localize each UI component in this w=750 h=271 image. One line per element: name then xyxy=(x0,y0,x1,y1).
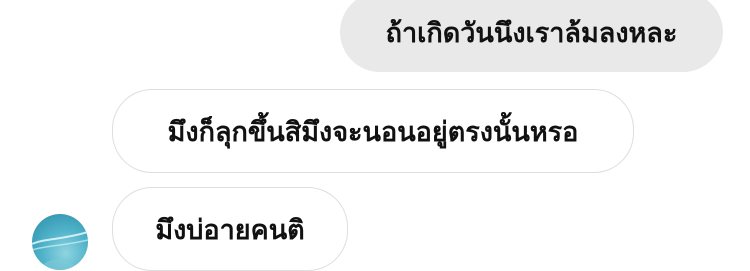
avatar-image-icon xyxy=(32,231,88,270)
message-thread: ถ้าเกิดวันนึงเราล้มลงหละ มึงก็ลุกขึ้นสิม… xyxy=(0,0,750,271)
outgoing-message-bubble[interactable]: ถ้าเกิดวันนึงเราล้มลงหละ xyxy=(340,0,723,72)
sender-avatar[interactable] xyxy=(32,214,88,270)
incoming-message-bubble[interactable]: มึงบ่อายคนติ xyxy=(112,187,348,271)
incoming-message-bubble[interactable]: มึงก็ลุกขึ้นสิมึงจะนอนอยู่ตรงนั้นหรอ xyxy=(112,89,634,173)
